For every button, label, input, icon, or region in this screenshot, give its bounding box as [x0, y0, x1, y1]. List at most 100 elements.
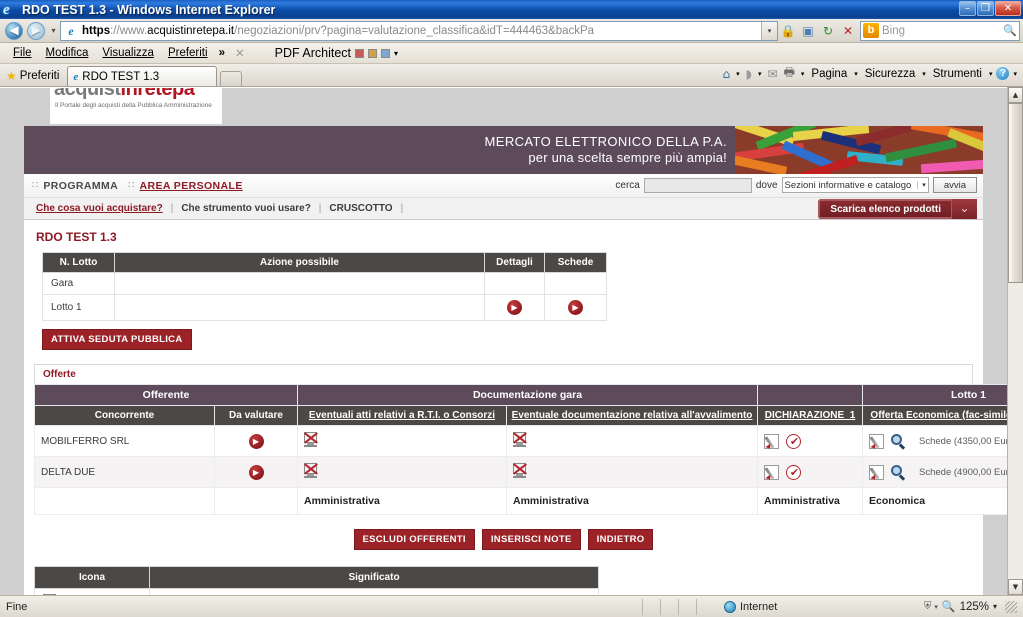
- th-rti-label[interactable]: Eventuali atti relativi a R.T.I. o Conso…: [309, 410, 495, 421]
- back-button[interactable]: ◀: [3, 20, 25, 42]
- search-icon[interactable]: 🔍: [1001, 24, 1019, 37]
- edit-icon[interactable]: [764, 464, 780, 481]
- help-caret-icon[interactable]: ▾: [1011, 70, 1019, 78]
- site-logo[interactable]: acquistinretepa™ Il Portale degli acquis…: [50, 87, 222, 124]
- mail-icon[interactable]: ✉: [766, 67, 780, 81]
- search-input[interactable]: [643, 177, 752, 193]
- indietro-button[interactable]: INDIETRO: [587, 529, 654, 550]
- scarica-elenco-prodotti-button[interactable]: Scarica elenco prodotti ⌄: [818, 199, 977, 219]
- resize-grip[interactable]: [1005, 600, 1017, 613]
- strumenti-caret-icon[interactable]: ▾: [987, 70, 995, 78]
- print-icon[interactable]: 🖶: [782, 63, 797, 84]
- url-dropdown-icon[interactable]: ▾: [761, 21, 777, 40]
- check-icon[interactable]: [786, 464, 802, 480]
- protected-mode-indicator[interactable]: ⛨ ▾: [924, 601, 938, 612]
- nav-item-area-personale[interactable]: AREA PERSONALE: [140, 180, 243, 192]
- menu-close-icon[interactable]: ✕: [229, 46, 251, 60]
- da-valutare-arrow-button[interactable]: ▶: [248, 464, 264, 480]
- help-icon[interactable]: ?: [996, 67, 1010, 80]
- pdf-create-icon[interactable]: [355, 48, 365, 58]
- minimize-button[interactable]: –: [959, 1, 976, 16]
- home-icon[interactable]: ⌂: [721, 67, 733, 81]
- sicurezza-caret-icon[interactable]: ▾: [920, 70, 928, 78]
- dettagli-arrow-button[interactable]: ▶: [507, 300, 522, 315]
- menu-item-visualizza[interactable]: Visualizza: [95, 43, 161, 63]
- zoom-level-label[interactable]: 125%: [960, 601, 989, 613]
- pdf-convert-icon[interactable]: [368, 48, 378, 58]
- documento-non-inviato-icon: [304, 463, 318, 478]
- menu-item-modifica[interactable]: Modifica: [39, 43, 96, 63]
- vertical-scrollbar[interactable]: ▲ ▼: [1007, 87, 1023, 595]
- cell-dichiarazione: [757, 425, 864, 457]
- menu-overflow-icon[interactable]: »: [215, 47, 229, 59]
- schede-arrow-button[interactable]: ▶: [568, 300, 583, 315]
- menu-item-preferiti[interactable]: Preferiti: [161, 43, 215, 63]
- stop-icon[interactable]: ✕: [838, 21, 858, 41]
- offerte-sub-header-row: Concorrente Da valutare Eventuali atti r…: [34, 405, 1007, 426]
- star-icon: ★: [6, 69, 17, 83]
- lock-icon[interactable]: 🔒: [778, 21, 798, 41]
- nav-item-cruscotto[interactable]: CRUSCOTTO: [329, 203, 392, 214]
- zoom-caret-icon[interactable]: ▾: [993, 602, 997, 611]
- status-bar: Fine Internet ⛨ ▾ 🔍 125% ▾: [0, 595, 1023, 617]
- home-caret-icon[interactable]: ▾: [734, 70, 742, 78]
- scroll-down-button[interactable]: ▼: [1008, 579, 1023, 595]
- pagina-caret-icon[interactable]: ▾: [852, 70, 860, 78]
- menu-item-file[interactable]: File: [6, 43, 39, 63]
- compatibility-view-icon[interactable]: ▣: [798, 21, 818, 41]
- escludi-offerenti-button[interactable]: ESCLUDI OFFERENTI: [353, 529, 475, 550]
- close-button[interactable]: ✕: [995, 1, 1021, 16]
- chevron-double-down-icon[interactable]: ⌄: [951, 199, 977, 219]
- title-bar: RDO TEST 1.3 - Windows Internet Explorer…: [0, 0, 1023, 19]
- browser-search-box[interactable]: b Bing 🔍: [860, 20, 1020, 41]
- pdf-architect-toolbar[interactable]: PDF Architect ▾: [275, 46, 398, 60]
- refresh-icon[interactable]: ↻: [818, 21, 838, 41]
- maximize-button[interactable]: ❐: [977, 1, 994, 16]
- recent-pages-caret-icon[interactable]: ▾: [47, 20, 60, 42]
- th-offerta-economica-label[interactable]: Offerta Economica (fac-simile di sistema…: [870, 410, 1007, 421]
- search-submit-button[interactable]: avvia: [932, 177, 977, 193]
- scroll-up-button[interactable]: ▲: [1008, 87, 1023, 103]
- edit-icon[interactable]: [869, 433, 885, 450]
- attiva-seduta-pubblica-button[interactable]: ATTIVA SEDUTA PUBBLICA: [42, 329, 192, 350]
- url-bar[interactable]: e https://www.acquistinretepa.it/negozia…: [60, 20, 778, 41]
- pdf-architect-caret-icon[interactable]: ▾: [394, 49, 398, 58]
- forward-button[interactable]: ▶: [25, 20, 47, 42]
- th-group-documentazione-gara-2: [757, 384, 864, 406]
- tab-label: RDO TEST 1.3: [82, 70, 160, 83]
- edit-icon[interactable]: [869, 464, 885, 481]
- search-scope-select[interactable]: Sezioni informative e catalogo ▾: [781, 177, 929, 193]
- da-valutare-arrow-button[interactable]: ▶: [248, 433, 264, 449]
- scrollbar-track[interactable]: [1008, 103, 1023, 579]
- tab-rdo-test[interactable]: e RDO TEST 1.3: [67, 66, 218, 86]
- pdf-edit-icon[interactable]: [381, 48, 391, 58]
- edit-icon[interactable]: [764, 433, 780, 450]
- cell-offerta-economica: Schede (4350,00 Euro): [862, 425, 1007, 457]
- security-zone[interactable]: Internet: [714, 600, 924, 613]
- scrollbar-thumb[interactable]: [1008, 103, 1023, 283]
- command-sicurezza[interactable]: Sicurezza: [862, 68, 919, 80]
- print-caret-icon[interactable]: ▾: [799, 70, 807, 78]
- command-strumenti[interactable]: Strumenti: [930, 68, 985, 80]
- protected-mode-caret-icon[interactable]: ▾: [934, 603, 938, 611]
- magnifier-icon[interactable]: [891, 464, 906, 480]
- address-bar: ◀ ▶ ▾ e https://www.acquistinretepa.it/n…: [0, 19, 1023, 43]
- th-avvalimento-label[interactable]: Eventuale documentazione relativa all'av…: [512, 410, 753, 421]
- documento-non-inviato-icon: [304, 432, 318, 447]
- forward-arrow-icon: ▶: [31, 22, 41, 37]
- magnifier-icon[interactable]: [891, 433, 906, 449]
- browser-search-input[interactable]: Bing: [882, 25, 905, 37]
- nav-item-programma[interactable]: PROGRAMMA: [43, 180, 118, 192]
- nav-item-che-strumento[interactable]: Che strumento vuoi usare?: [181, 203, 310, 214]
- nav-item-che-cosa[interactable]: Che cosa vuoi acquistare?: [36, 203, 163, 214]
- new-tab-button[interactable]: [220, 71, 243, 86]
- inserisci-note-button[interactable]: INSERISCI NOTE: [481, 529, 581, 550]
- th-dichiarazione-label[interactable]: DICHIARAZIONE_1: [765, 410, 856, 421]
- favorites-button[interactable]: ★ Preferiti: [4, 69, 67, 86]
- feeds-caret-icon[interactable]: ▾: [756, 70, 764, 78]
- logo-part1: acquist: [54, 87, 121, 100]
- feeds-icon[interactable]: ◗: [744, 67, 754, 81]
- schede-amount-label: Schede (4900,00 Euro): [919, 466, 1007, 478]
- check-icon[interactable]: [786, 433, 802, 449]
- command-pagina[interactable]: Pagina: [808, 68, 850, 80]
